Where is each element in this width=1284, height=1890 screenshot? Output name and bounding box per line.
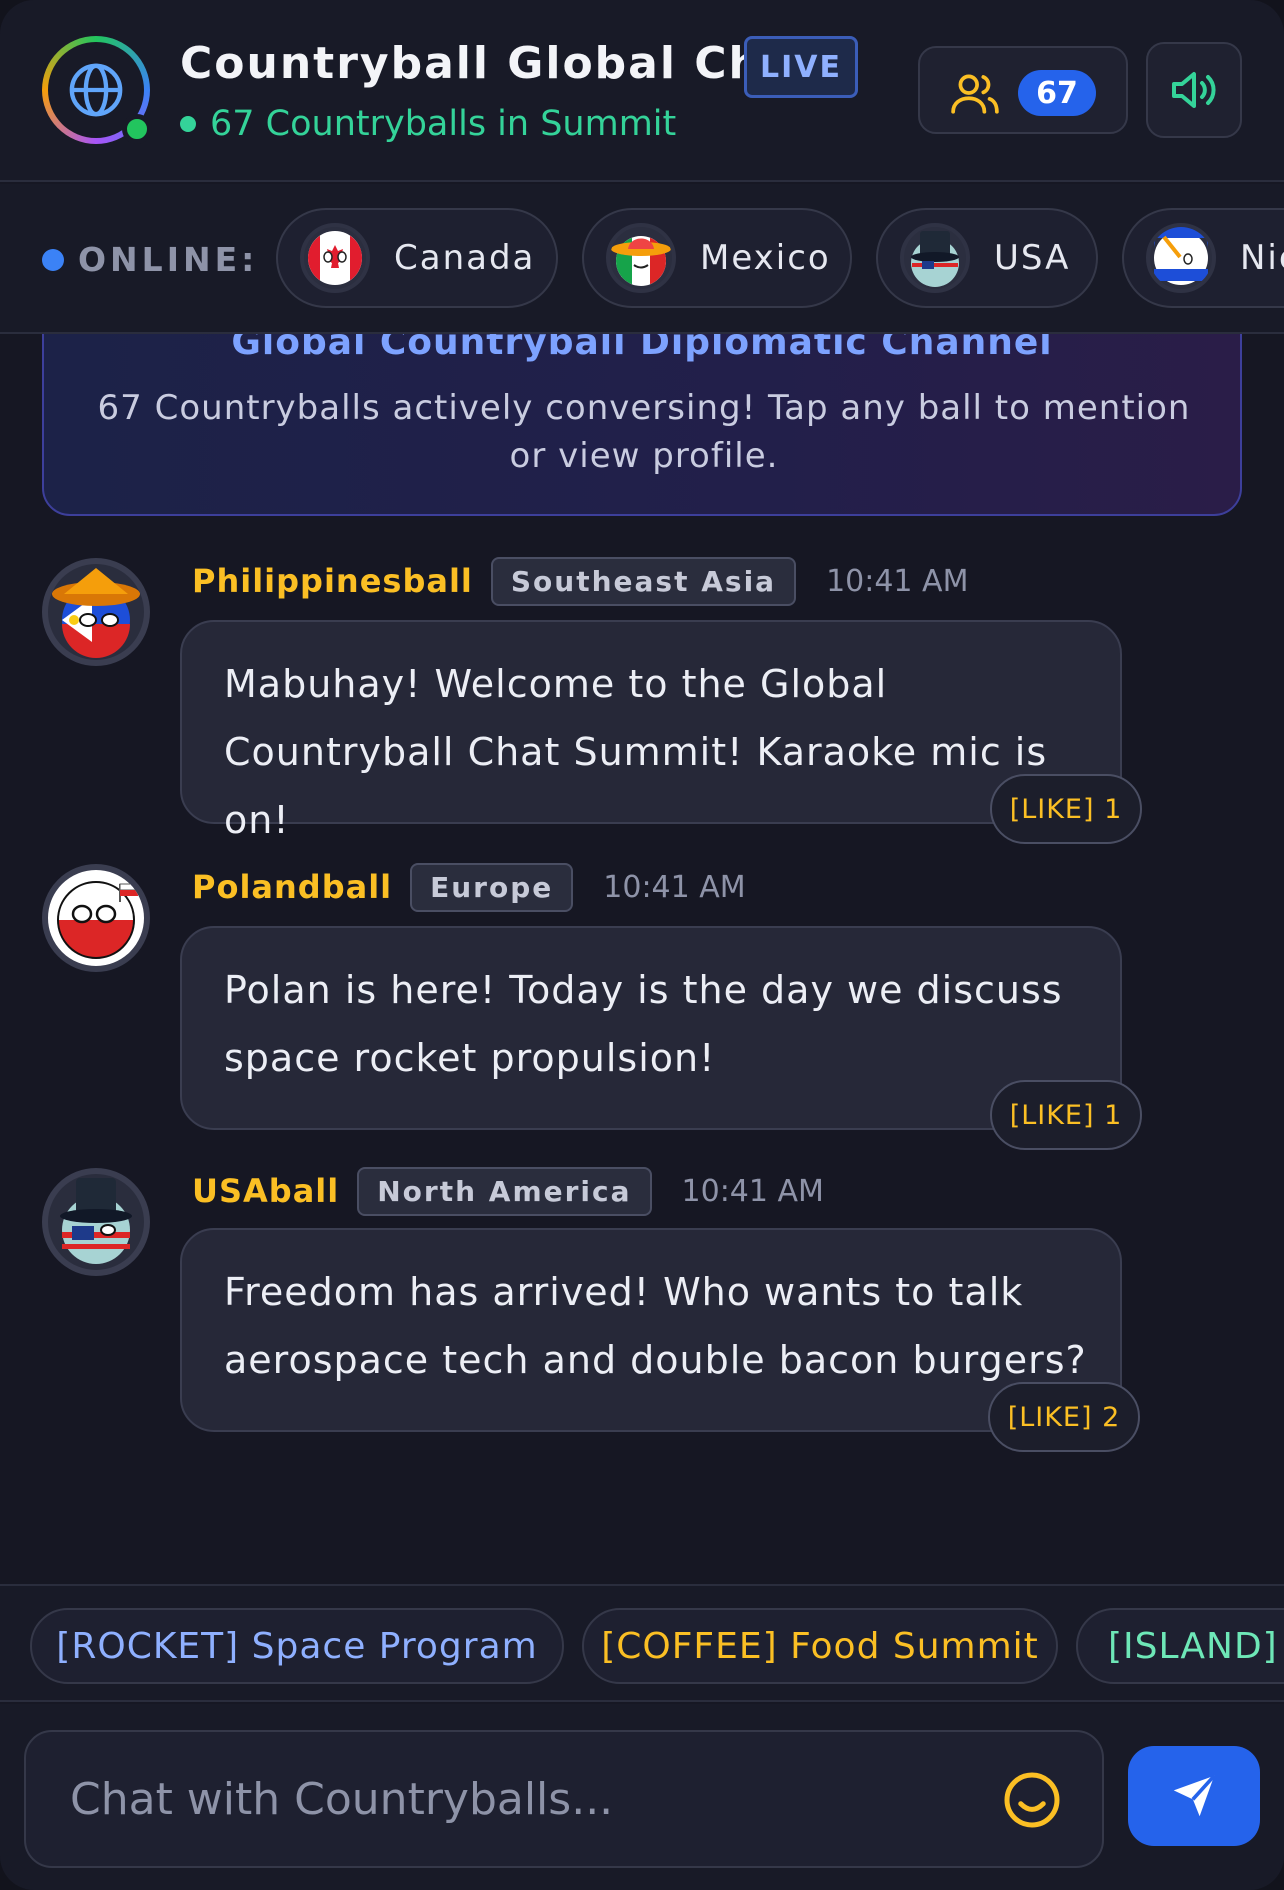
message-username[interactable]: Polandball [192, 868, 392, 906]
message-time: 10:41 AM [603, 869, 746, 905]
globe-icon [69, 63, 123, 117]
topic-chip-space-program[interactable]: [ROCKET] Space Program [30, 1608, 564, 1684]
canada-ball-avatar [300, 223, 370, 293]
summit-status: 67 Countryballs in Summit [180, 104, 676, 144]
region-badge: North America [357, 1166, 652, 1216]
message-header: USAball North America 10:41 AM [192, 1166, 824, 1216]
send-icon [1173, 1774, 1216, 1817]
like-button[interactable]: [LIKE] 2 [988, 1382, 1140, 1452]
like-button[interactable]: [LIKE] 1 [990, 774, 1142, 844]
nicaragua-ball-avatar [1146, 223, 1216, 293]
message-bubble: Polan is here! Today is the day we discu… [180, 926, 1122, 1130]
message-username[interactable]: USAball [192, 1172, 339, 1210]
message-bubble: Freedom has arrived! Who wants to talk a… [180, 1228, 1122, 1432]
online-chip-canada[interactable]: Canada [276, 208, 558, 308]
emoji-button[interactable] [1002, 1770, 1062, 1830]
online-bar: ONLINE: Canada Mexico USA Ni [0, 184, 1284, 334]
app-logo [42, 36, 152, 144]
smiley-icon [1004, 1772, 1060, 1828]
users-icon [951, 74, 999, 114]
usa-ball-avatar[interactable] [42, 1168, 150, 1276]
live-badge: LIVE [744, 36, 858, 98]
region-badge: Europe [410, 862, 574, 912]
poland-ball-avatar[interactable] [42, 864, 150, 972]
message-text: Freedom has arrived! Who wants to talk a… [224, 1270, 1087, 1382]
online-dot [42, 248, 64, 271]
summit-status-text: 67 Countryballs in Summit [210, 104, 677, 144]
online-user-name: Mexico [700, 238, 831, 278]
online-label: ONLINE: [42, 240, 258, 279]
topic-chips-bar: [ROCKET] Space Program [COFFEE] Food Sum… [0, 1584, 1284, 1702]
online-chip-usa[interactable]: USA [876, 208, 1098, 308]
message-header: Polandball Europe 10:41 AM [192, 862, 746, 912]
philippines-ball-avatar[interactable] [42, 558, 150, 666]
sound-toggle-button[interactable] [1146, 42, 1242, 138]
online-user-name: Nic [1240, 238, 1284, 278]
chat-input[interactable] [24, 1730, 1104, 1868]
message-text: Polan is here! Today is the day we discu… [224, 968, 1063, 1080]
online-user-name: USA [994, 238, 1071, 278]
mexico-ball-avatar [606, 223, 676, 293]
message-time: 10:41 AM [826, 563, 969, 599]
header: Countryball Global Chat LIVE 67 Countryb… [0, 0, 1284, 182]
usa-ball-avatar [900, 223, 970, 293]
status-dot [180, 116, 196, 132]
topic-chip-food-summit[interactable]: [COFFEE] Food Summit [582, 1608, 1058, 1684]
like-button[interactable]: [LIKE] 1 [990, 1080, 1142, 1150]
message-bubble: Mabuhay! Welcome to the Global Countryba… [180, 620, 1122, 842]
message-header: Philippinesball Southeast Asia 10:41 AM [192, 556, 968, 606]
online-count-badge: 67 [1018, 70, 1096, 116]
message-time: 10:41 AM [681, 1173, 824, 1209]
online-user-name: Canada [394, 238, 536, 278]
chat-app: Countryball Global Chat LIVE 67 Countryb… [0, 0, 1284, 1890]
online-chip-nicaragua[interactable]: Nic [1122, 208, 1284, 308]
composer [0, 1704, 1284, 1890]
topic-chip-island[interactable]: [ISLAND] C [1076, 1608, 1284, 1684]
region-badge: Southeast Asia [490, 556, 797, 606]
online-chip-mexico[interactable]: Mexico [582, 208, 852, 308]
banner-subtitle: 67 Countryballs actively conversing! Tap… [97, 388, 1191, 476]
online-users-button[interactable]: 67 [918, 46, 1128, 134]
online-indicator [122, 114, 152, 144]
topic-label: [COFFEE] Food Summit [601, 1625, 1039, 1667]
message-text: Mabuhay! Welcome to the Global Countryba… [224, 662, 1048, 842]
app-title: Countryball Global Chat [180, 38, 817, 89]
send-button[interactable] [1128, 1746, 1260, 1846]
message-username[interactable]: Philippinesball [192, 562, 473, 600]
topic-label: [ROCKET] Space Program [56, 1625, 538, 1667]
topic-label: [ISLAND] C [1108, 1625, 1284, 1667]
speaker-icon [1172, 72, 1216, 108]
